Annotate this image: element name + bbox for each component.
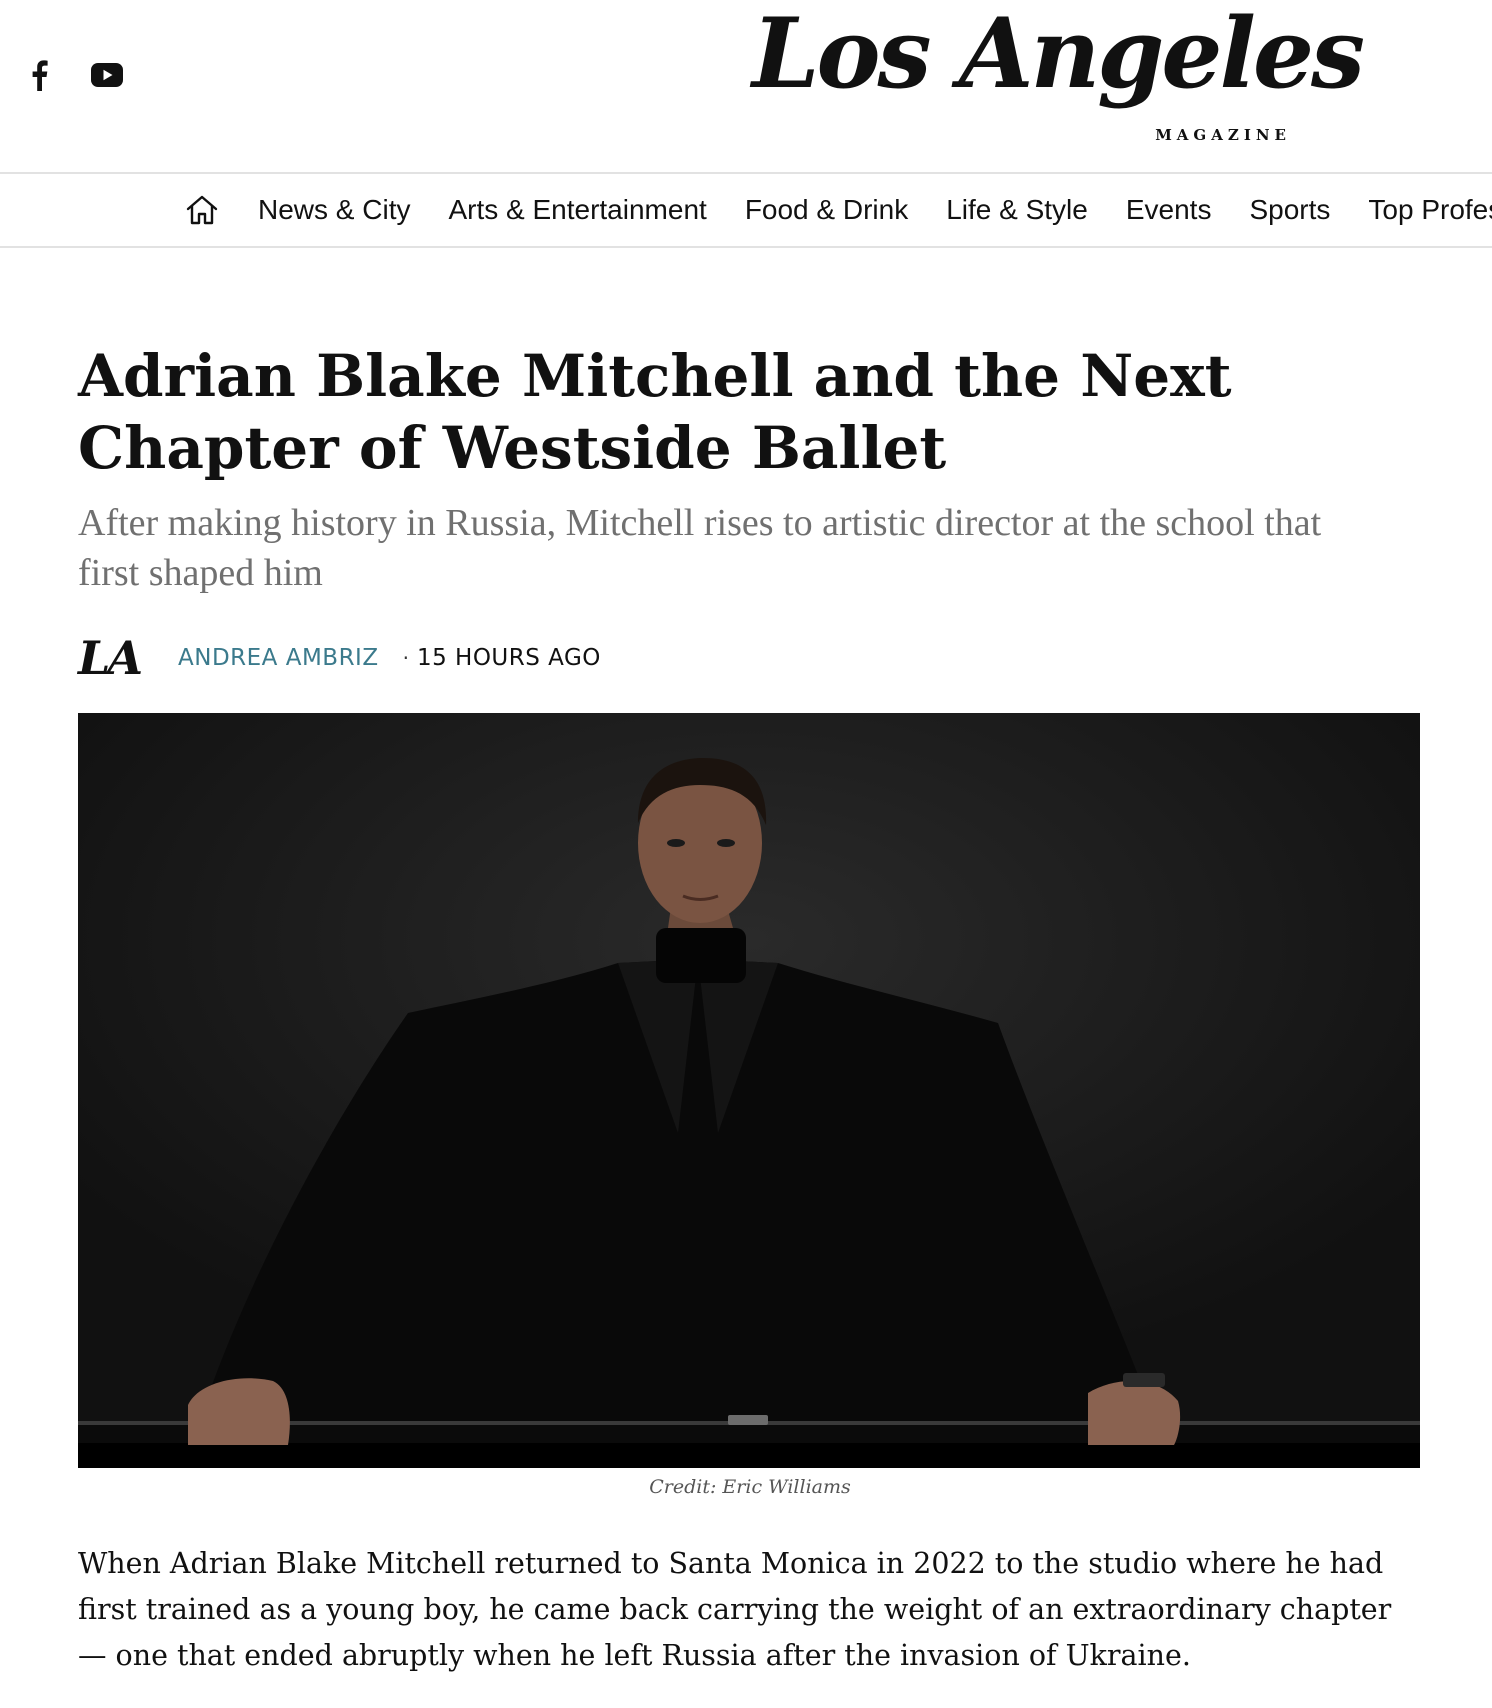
nav-item-life-style[interactable]: Life & Style xyxy=(946,194,1088,226)
author-link[interactable]: ANDREA AMBRIZ xyxy=(178,645,379,671)
byline-separator: · xyxy=(402,646,409,670)
logo-subtitle: MAGAZINE xyxy=(1155,126,1291,144)
la-logo-mark: LA xyxy=(78,631,143,685)
home-icon[interactable] xyxy=(184,192,220,228)
nav-item-top-professionals[interactable]: Top Professi xyxy=(1368,194,1492,226)
nav-item-food-drink[interactable]: Food & Drink xyxy=(745,194,908,226)
article-title: Adrian Blake Mitchell and the Next Chapt… xyxy=(78,342,1232,482)
publish-time: 15 HOURS AGO xyxy=(416,645,601,671)
article-byline: LA ANDREA AMBRIZ · 15 HOURS AGO xyxy=(78,628,601,688)
site-logo[interactable]: Los Angeles MAGAZINE xyxy=(752,6,1365,146)
main-nav: News & City Arts & Entertainment Food & … xyxy=(0,172,1492,248)
article-body: When Adrian Blake Mitchell returned to S… xyxy=(78,1547,1392,1672)
hero-illustration xyxy=(78,713,1420,1468)
nav-item-events[interactable]: Events xyxy=(1126,194,1212,226)
nav-item-arts-entertainment[interactable]: Arts & Entertainment xyxy=(448,194,706,226)
facebook-icon[interactable] xyxy=(22,58,56,92)
youtube-icon[interactable] xyxy=(90,58,124,92)
nav-item-news-city[interactable]: News & City xyxy=(258,194,410,226)
site-header: Los Angeles MAGAZINE xyxy=(0,0,1492,172)
social-links xyxy=(22,58,124,92)
image-credit: Credit: Eric Williams xyxy=(649,1476,851,1498)
logo-wordmark: Los Angeles xyxy=(752,0,1365,110)
nav-list: News & City Arts & Entertainment Food & … xyxy=(184,174,1492,246)
nav-item-sports[interactable]: Sports xyxy=(1249,194,1330,226)
article-subtitle: After making history in Russia, Mitchell… xyxy=(78,502,1322,594)
hero-photo xyxy=(78,713,1420,1468)
